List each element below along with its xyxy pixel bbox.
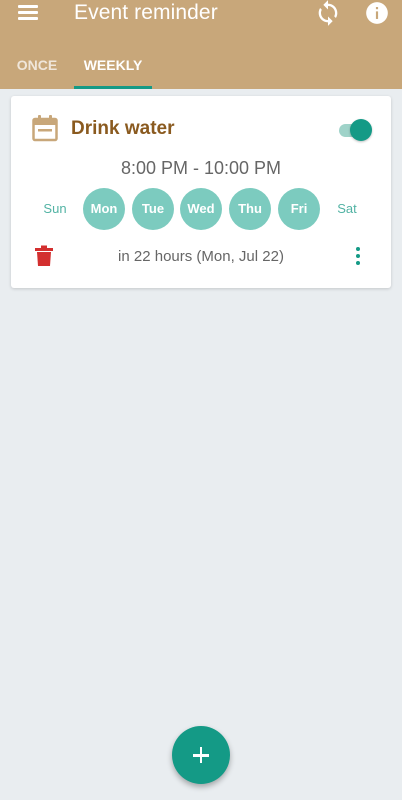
menu-button[interactable]	[12, 0, 44, 26]
sync-icon	[318, 0, 338, 26]
reminder-card[interactable]: Drink water 8:00 PM - 10:00 PM Sun Mon T…	[11, 96, 391, 288]
tab-once[interactable]: ONCE	[6, 46, 68, 89]
app-bar: Event reminder ONCE WEEKLY	[0, 0, 402, 89]
next-occurrence: in 22 hours (Mon, Jul 22)	[118, 248, 284, 265]
calendar-icon	[32, 115, 58, 142]
day-tue[interactable]: Tue	[132, 188, 174, 230]
weekday-selector: Sun Mon Tue Wed Thu Fri Sat	[11, 188, 391, 230]
day-sat[interactable]: Sat	[326, 188, 368, 230]
day-fri[interactable]: Fri	[278, 188, 320, 230]
more-options-button[interactable]	[349, 244, 367, 268]
add-reminder-button[interactable]	[172, 726, 230, 784]
info-button[interactable]	[364, 0, 390, 26]
day-mon[interactable]: Mon	[83, 188, 125, 230]
tab-bar: ONCE WEEKLY	[0, 46, 402, 89]
toggle-thumb	[350, 119, 372, 141]
reminder-title: Drink water	[71, 118, 175, 139]
app-title: Event reminder	[74, 1, 218, 24]
day-sun[interactable]: Sun	[34, 188, 76, 230]
reminder-enabled-toggle[interactable]	[337, 118, 373, 141]
tab-weekly[interactable]: WEEKLY	[74, 46, 152, 89]
day-wed[interactable]: Wed	[180, 188, 222, 230]
info-icon	[366, 2, 388, 24]
toolbar: Event reminder	[0, 0, 402, 28]
tab-indicator	[74, 86, 152, 89]
day-thu[interactable]: Thu	[229, 188, 271, 230]
sync-button[interactable]	[313, 0, 343, 27]
time-range[interactable]: 8:00 PM - 10:00 PM	[11, 158, 391, 179]
